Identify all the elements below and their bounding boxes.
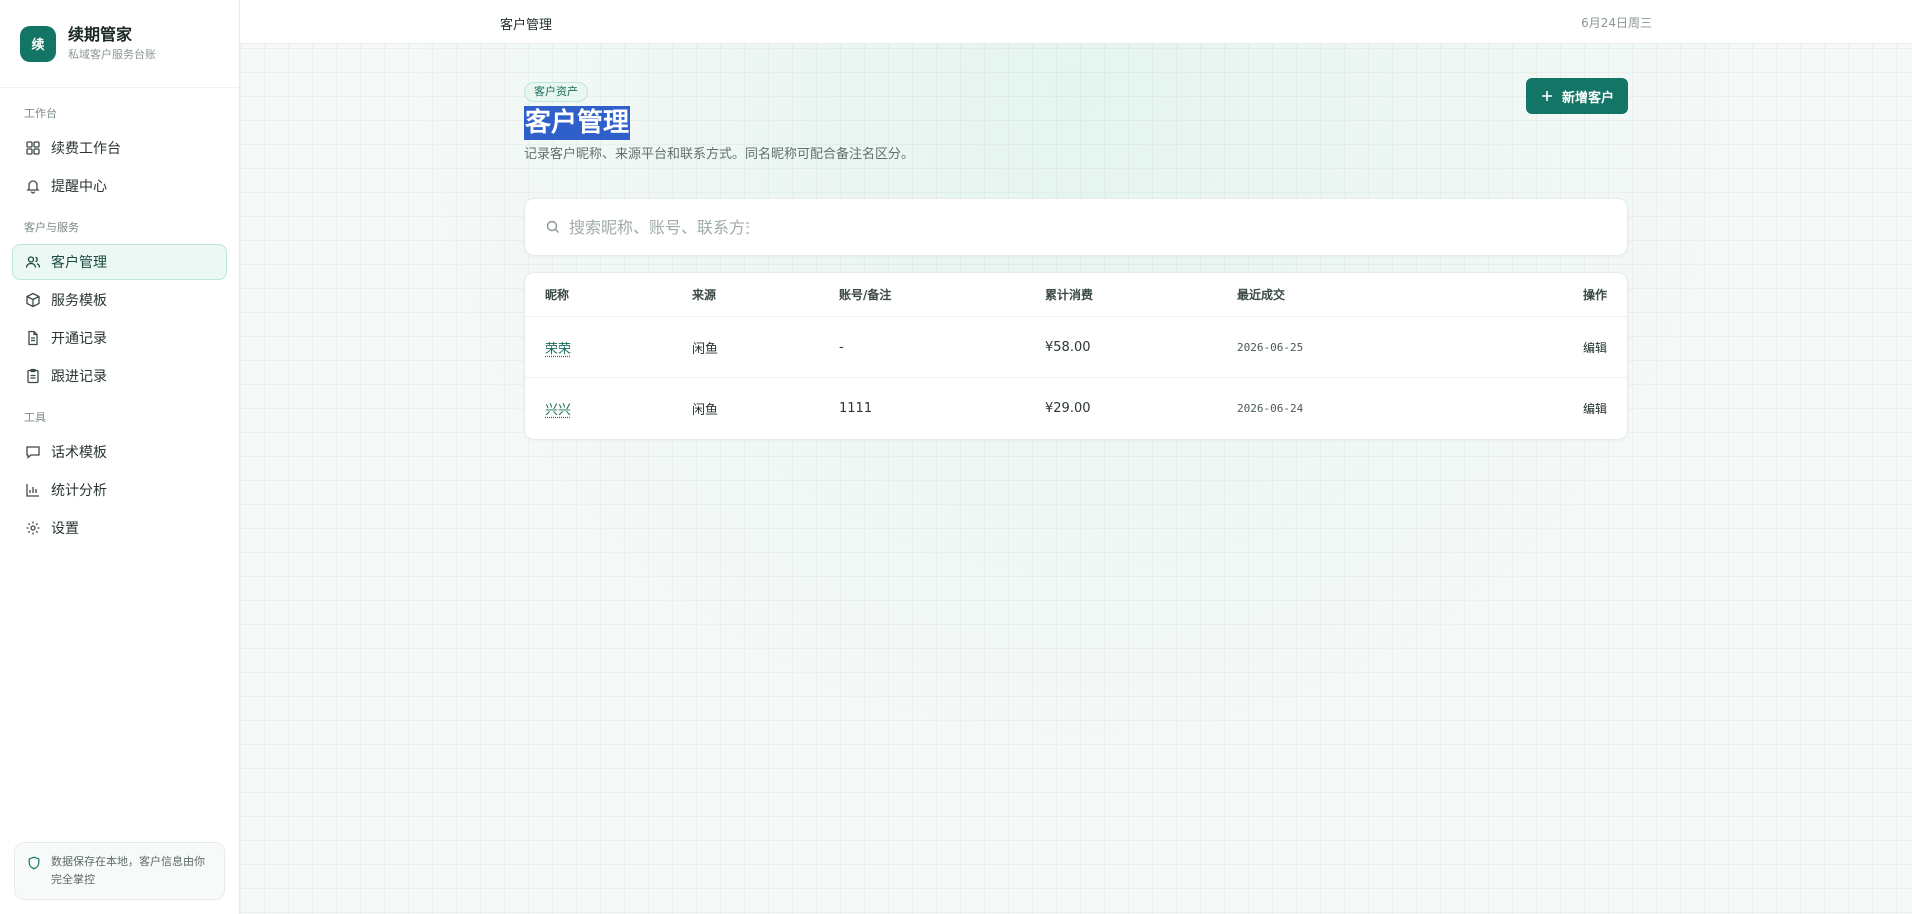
sidebar-item-script-templates[interactable]: 话术模板	[12, 434, 227, 470]
sidebar-item-customers[interactable]: 客户管理	[12, 244, 227, 280]
customer-source: 闲鱼	[692, 341, 719, 357]
column-header-account[interactable]: 账号/备注	[839, 286, 1045, 303]
sidebar-item-followup-records[interactable]: 跟进记录	[12, 358, 227, 394]
search-icon	[545, 219, 561, 235]
nav-group-label: 工作台	[24, 107, 57, 120]
brand-logo: 续	[20, 25, 56, 62]
customer-total: ¥58.00	[1045, 339, 1091, 355]
table-header-row: 昵称 来源 账号/备注 累计消费 最近成交 操作	[525, 273, 1627, 317]
edit-button[interactable]: 编辑	[1583, 341, 1607, 355]
customer-last-deal: 2026-06-25	[1237, 340, 1304, 354]
gear-icon	[25, 520, 41, 536]
column-header-source[interactable]: 来源	[692, 286, 839, 303]
column-header-last-deal[interactable]: 最近成交	[1237, 286, 1547, 303]
main-area: 客户管理 6月24日周三 客户资产 客户管理 记录客户昵称、来源平台和联系方式。…	[240, 0, 1912, 914]
customer-table: 昵称 来源 账号/备注 累计消费 最近成交 操作 荣荣 闲鱼 - ¥58.00 …	[524, 272, 1628, 440]
customer-account: 1111	[839, 401, 873, 416]
users-icon	[25, 254, 41, 270]
grid-icon	[25, 140, 41, 156]
sidebar-item-service-templates[interactable]: 服务模板	[12, 282, 227, 318]
page-description: 记录客户昵称、来源平台和联系方式。同名昵称可配合备注名区分。	[524, 147, 915, 162]
sidebar: 续 续期管家 私域客户服务台账 工作台 续费工作台 提醒中心 客户与服务 客户管…	[0, 0, 240, 914]
nav-group-tools: 工具 话术模板 统计分析 设置	[12, 410, 227, 546]
search-input[interactable]	[569, 217, 749, 237]
customer-total: ¥29.00	[1045, 401, 1091, 416]
page-content: 客户资产 客户管理 记录客户昵称、来源平台和联系方式。同名昵称可配合备注名区分。…	[524, 78, 1628, 440]
sidebar-item-label: 设置	[51, 521, 79, 537]
customer-last-deal: 2026-06-24	[1237, 402, 1304, 415]
brand-text: 续期管家 私域客户服务台账	[68, 25, 156, 63]
package-icon	[25, 292, 41, 308]
breadcrumb: 客户管理	[500, 18, 553, 33]
add-customer-button[interactable]: 新增客户	[1525, 78, 1628, 114]
file-icon	[25, 330, 41, 346]
brand-subtitle: 私域客户服务台账	[68, 47, 156, 61]
column-header-total[interactable]: 累计消费	[1045, 286, 1237, 303]
add-customer-label: 新增客户	[1561, 90, 1614, 106]
table-row[interactable]: 荣荣 闲鱼 - ¥58.00 2026-06-25 编辑	[525, 317, 1627, 378]
table-row[interactable]: 兴兴 闲鱼 1111 ¥29.00 2026-06-24 编辑	[525, 378, 1627, 439]
page-title: 客户管理	[524, 106, 631, 140]
nav-group-workspace: 工作台 续费工作台 提醒中心	[12, 106, 227, 204]
sidebar-item-renewal-workspace[interactable]: 续费工作台	[12, 130, 227, 166]
privacy-note: 数据保存在本地，客户信息由你完全掌控	[14, 842, 225, 900]
plus-icon	[1540, 89, 1554, 103]
sidebar-item-reminders[interactable]: 提醒中心	[12, 168, 227, 204]
sidebar-item-label: 续费工作台	[51, 141, 121, 157]
customer-nickname[interactable]: 荣荣	[545, 342, 571, 357]
shield-icon	[27, 855, 41, 870]
section-tag: 客户资产	[524, 82, 588, 102]
nav-group-customers: 客户与服务 客户管理 服务模板 开通记录 跟进记录	[12, 220, 227, 394]
sidebar-nav: 工作台 续费工作台 提醒中心 客户与服务 客户管理 服务模板 开通记录 跟进记录…	[0, 88, 239, 914]
topbar: 客户管理 6月24日周三	[240, 0, 1912, 44]
privacy-note-text: 数据保存在本地，客户信息由你完全掌控	[51, 855, 205, 886]
sidebar-item-activation-records[interactable]: 开通记录	[12, 320, 227, 356]
sidebar-item-statistics[interactable]: 统计分析	[12, 472, 227, 508]
sidebar-item-settings[interactable]: 设置	[12, 510, 227, 546]
sidebar-item-label: 服务模板	[51, 293, 107, 309]
sidebar-item-label: 跟进记录	[51, 369, 107, 385]
nav-group-label: 客户与服务	[24, 221, 79, 234]
current-date: 6月24日周三	[1581, 16, 1652, 30]
customer-nickname[interactable]: 兴兴	[545, 403, 571, 418]
sidebar-item-label: 话术模板	[51, 445, 107, 461]
edit-button[interactable]: 编辑	[1583, 402, 1607, 416]
app-root: 续 续期管家 私域客户服务台账 工作台 续费工作台 提醒中心 客户与服务 客户管…	[0, 0, 1912, 914]
sidebar-item-label: 客户管理	[51, 255, 107, 271]
clipboard-icon	[25, 368, 41, 384]
nav-group-label: 工具	[24, 411, 46, 424]
customer-account: -	[839, 339, 844, 355]
customer-source: 闲鱼	[692, 403, 719, 418]
brand: 续 续期管家 私域客户服务台账	[0, 0, 239, 88]
search-bar	[524, 198, 1628, 256]
column-header-actions: 操作	[1582, 288, 1607, 302]
message-icon	[25, 444, 41, 460]
brand-title: 续期管家	[68, 24, 133, 44]
bar-chart-icon	[25, 482, 41, 498]
bell-icon	[25, 178, 41, 194]
sidebar-item-label: 提醒中心	[51, 179, 107, 195]
sidebar-item-label: 统计分析	[51, 483, 107, 499]
sidebar-item-label: 开通记录	[51, 331, 107, 347]
column-header-nickname[interactable]: 昵称	[545, 286, 692, 303]
